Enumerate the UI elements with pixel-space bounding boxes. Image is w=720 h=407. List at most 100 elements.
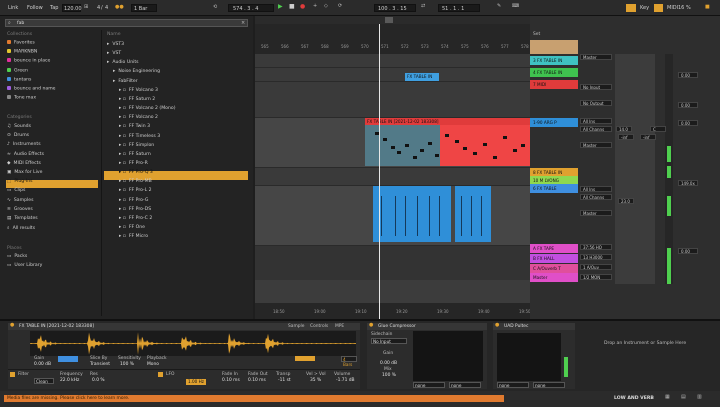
file-item[interactable]: ▸ ▫ FF Pro-L 2 [119, 188, 152, 196]
tab-controls[interactable]: Controls [310, 324, 328, 329]
midi-note[interactable] [428, 142, 432, 145]
send-select[interactable]: 13 H3000 [580, 254, 612, 260]
track-header[interactable]: 7 MIDI [530, 80, 578, 89]
key-map-button[interactable]: Key [640, 5, 649, 11]
midi-note[interactable] [483, 143, 487, 146]
midi-note[interactable] [420, 149, 424, 152]
gain-value[interactable]: 0.00 dB [380, 361, 397, 366]
play-icon[interactable]: ▶ [278, 3, 283, 10]
collection-item[interactable]: tantans [7, 76, 97, 85]
routing-select[interactable]: All Channs [580, 126, 612, 132]
mixer-value[interactable]: -inf [618, 134, 634, 140]
draw-mode-icon[interactable]: ✎ [497, 3, 501, 9]
track-header[interactable]: 4 FX TABLE IN [530, 68, 578, 77]
routing-select[interactable]: All Channs [580, 194, 612, 200]
routing-select[interactable]: All Ins [580, 118, 612, 124]
midi-note[interactable] [463, 147, 467, 150]
sidechain-input-select[interactable]: No Input [371, 338, 407, 344]
send-select[interactable]: 1 A/Ouv [580, 264, 612, 270]
res-value[interactable]: 0.0 % [92, 378, 105, 383]
quantize-select[interactable]: 1 Bar [131, 4, 157, 12]
send-select[interactable]: 37:56 HO [580, 244, 612, 250]
file-item[interactable]: ▸ ▫ FF Pro-C 2 [119, 216, 152, 224]
time-signature-numerator[interactable]: 4 [97, 5, 100, 11]
midi-note[interactable] [391, 146, 395, 149]
midi-note[interactable] [503, 136, 507, 139]
track-header[interactable]: B FX HALL [530, 254, 578, 263]
midi-map-button[interactable]: MIDI [667, 5, 678, 11]
mixer-value[interactable]: 0.00 [678, 248, 698, 254]
file-item[interactable]: ▸ ▫ FF Pro-Q 3 [119, 170, 153, 178]
midi-note[interactable] [413, 156, 417, 159]
filter-type-select[interactable]: Clean [34, 378, 54, 384]
track-lane[interactable] [255, 68, 530, 82]
routing-select[interactable]: Master [580, 210, 612, 216]
midi-map-indicator[interactable] [654, 4, 663, 12]
lfo-rate-value[interactable]: 1.00 Hz [186, 379, 206, 385]
midi-note[interactable] [435, 154, 439, 157]
midi-note[interactable] [375, 132, 379, 135]
file-item[interactable]: ▸ ▫ FF Pro-MB [119, 179, 152, 187]
file-item[interactable]: ▸ Audio Units [107, 60, 139, 68]
link-button[interactable]: Link [8, 5, 18, 11]
view-toggle-icon[interactable]: ▥ [697, 394, 702, 400]
file-item[interactable]: ▸ Noise Engineering [113, 69, 160, 77]
routing-select[interactable]: No Output [580, 100, 612, 106]
playback-value[interactable]: Mono [147, 362, 159, 367]
follow-button[interactable]: Follow [27, 5, 43, 11]
collection-item[interactable]: bounce and name [7, 86, 97, 94]
metronome-icon[interactable]: ●● [115, 4, 124, 10]
file-item[interactable]: ▸ ▫ FF Micro [119, 234, 148, 242]
file-item[interactable]: ▸ VST3 [107, 42, 124, 50]
sensitivity-value[interactable]: 100 % [120, 362, 134, 367]
loop-length-field[interactable]: 51 . 1 . 1 [438, 4, 480, 12]
file-item[interactable]: ▸ ▫ FF Pro-G [119, 198, 148, 206]
metronome-mode-icon[interactable]: ⊞ [84, 4, 88, 10]
file-item[interactable]: ▸ ▫ FF One [119, 225, 145, 233]
place-item[interactable]: ▭ User Library [7, 263, 97, 271]
file-item[interactable]: ▸ ▫ FF Pro-DS [119, 207, 151, 215]
view-toggle-icon[interactable]: ▤ [681, 394, 686, 400]
fade-out-value[interactable]: 0.10 ms [248, 378, 266, 383]
overdub-icon[interactable]: + [313, 3, 317, 9]
slice-mode-button[interactable] [58, 356, 78, 362]
mixer-value[interactable]: C [650, 126, 666, 132]
file-item[interactable]: ▸ FabFilter [113, 79, 138, 87]
midi-note[interactable] [455, 140, 459, 143]
file-item[interactable]: ▸ ▫ FF Pro-R [119, 161, 148, 169]
select-a[interactable]: none [497, 382, 529, 388]
category-item[interactable]: ≈ Audio Effects [7, 152, 97, 160]
browser-search-field[interactable]: ⌕ fab × [5, 19, 248, 27]
collection-item[interactable]: Tone max [7, 95, 97, 103]
automation-arm-icon[interactable]: ◇ [324, 3, 328, 9]
mixer-value[interactable]: 23.0 [618, 198, 634, 204]
midi-note[interactable] [493, 156, 497, 159]
warp-button[interactable] [295, 356, 315, 361]
category-item[interactable]: ≋ Grooves [7, 207, 97, 215]
set-clip[interactable]: Set [530, 32, 578, 54]
beats-select[interactable]: 4 Bars [341, 356, 357, 367]
track-lane[interactable] [255, 168, 530, 186]
missing-media-warning[interactable]: Media files are missing. Please click he… [4, 395, 504, 402]
category-item[interactable]: ♫ Sounds [7, 124, 97, 132]
key-map-indicator[interactable] [626, 4, 636, 12]
category-item[interactable]: ◆ MIDI Effects [7, 161, 97, 169]
time-ruler[interactable]: 18:50 19:00 19:10 19:20 19:30 19:40 19:50 [255, 303, 531, 319]
search-input[interactable]: fab [17, 21, 24, 26]
collection-item[interactable]: bounce in place [7, 58, 97, 66]
file-item[interactable]: ▸ ▫ FF Volcano 2 [119, 115, 158, 123]
fade-in-value[interactable]: 0.10 ms [222, 378, 240, 383]
track-lane[interactable] [255, 54, 530, 68]
drop-zone-hint[interactable]: Drop an Instrument or Sample Here [604, 341, 686, 346]
file-item[interactable]: ▸ ▫ FF Simplon [119, 143, 154, 151]
transpose-value[interactable]: -11 st [278, 378, 291, 383]
select-b[interactable]: none [533, 382, 565, 388]
arrangement-follow-icon[interactable]: ⟲ [213, 4, 217, 10]
file-item[interactable]: ▸ ▫ FF Saturn 2 [119, 97, 155, 105]
return-lanes[interactable] [255, 246, 530, 280]
category-item[interactable]: ▣ Max for Live [7, 170, 97, 178]
track-header[interactable]: 6 FX TABLE [530, 184, 578, 193]
clear-search-icon[interactable]: × [241, 20, 245, 26]
midi-note[interactable] [473, 152, 477, 155]
file-item[interactable]: ▸ ▫ FF Volcano 3 [119, 88, 158, 96]
